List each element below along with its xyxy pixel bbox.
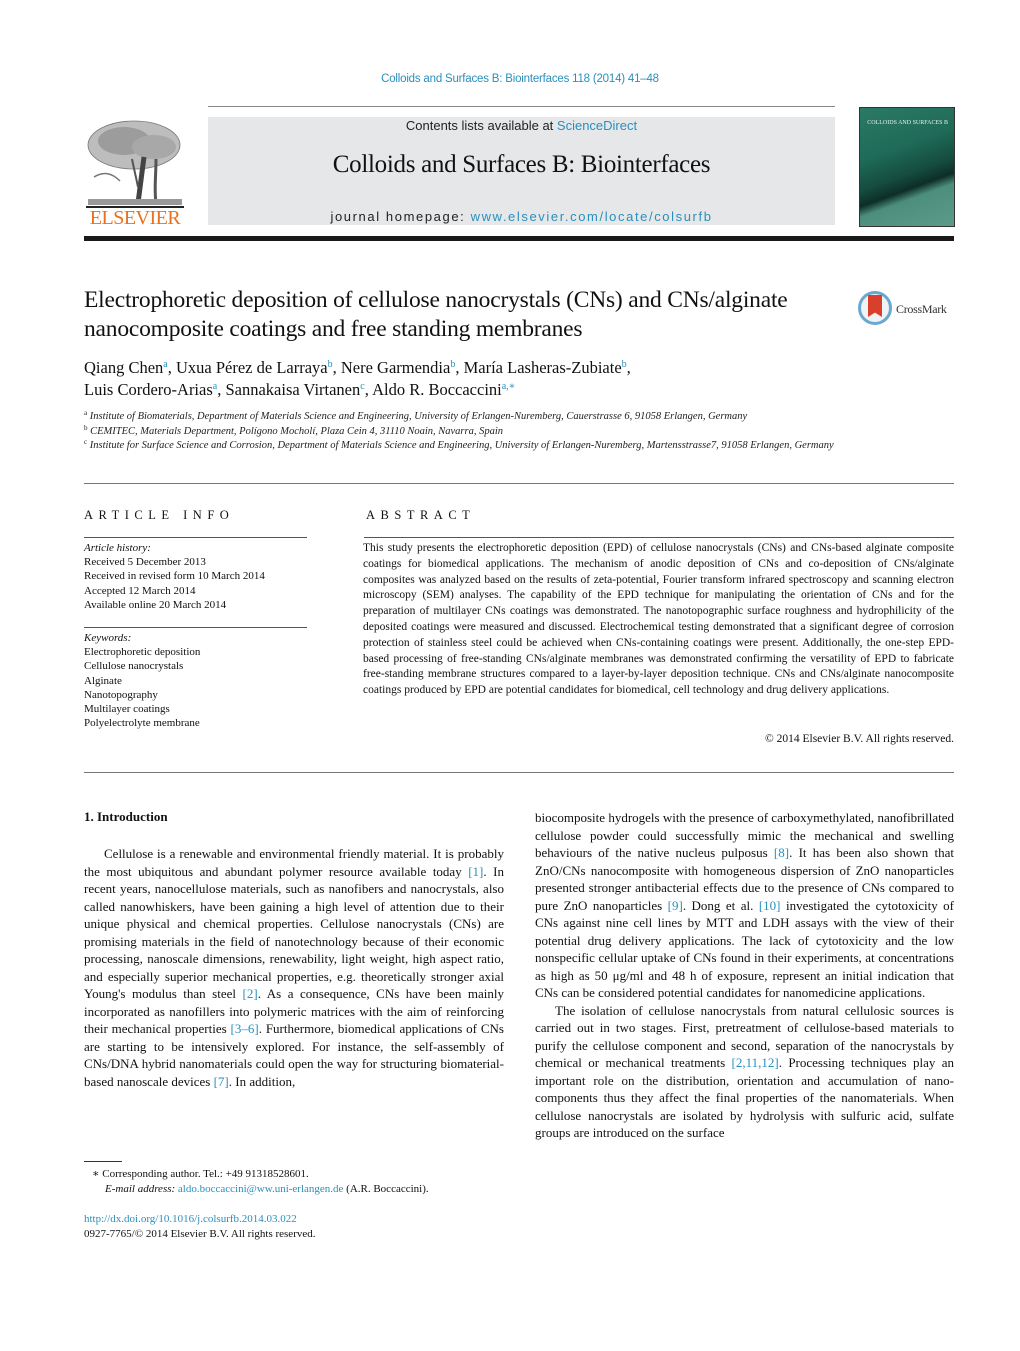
citation-link[interactable]: [2,11,12] (732, 1055, 779, 1070)
footnote-marker: ∗ (92, 1168, 100, 1180)
journal-homepage-link[interactable]: www.elsevier.com/locate/colsurfb (471, 209, 713, 224)
paragraph: The isolation of cellulose nanocrystals … (535, 1002, 954, 1142)
sciencedirect-link[interactable]: ScienceDirect (557, 118, 637, 133)
history-item: Received in revised form 10 March 2014 (84, 570, 265, 583)
keyword: Cellulose nanocrystals (84, 660, 184, 673)
journal-title: Colloids and Surfaces B: Biointerfaces (332, 151, 711, 178)
corresponding-author-text: Corresponding author. Tel.: +49 91318528… (102, 1168, 309, 1180)
header-rule (208, 106, 835, 107)
author-separator: , (455, 358, 464, 377)
homepage-line: journal homepage: www.elsevier.com/locat… (208, 209, 835, 224)
keyword: Multilayer coatings (84, 703, 170, 716)
citation-link[interactable]: [9] (668, 898, 683, 913)
affiliations: a Institute of Biomaterials, Department … (84, 410, 844, 454)
homepage-prefix: journal homepage: (330, 209, 471, 224)
affiliation-key: b (84, 423, 88, 432)
footnote-rule (84, 1161, 122, 1162)
article-title: Electrophoretic deposition of cellulose … (84, 287, 788, 342)
affiliation-text: Institute of Biomaterials, Department of… (89, 411, 748, 422)
journal-masthead: Contents lists available at ScienceDirec… (208, 117, 835, 225)
citation-link[interactable]: [3–6] (231, 1021, 259, 1036)
abstract-copyright: © 2014 Elsevier B.V. All rights reserved… (765, 733, 954, 745)
abstract-heading: ABSTRACT (366, 508, 476, 522)
citation-link[interactable]: [2] (243, 986, 258, 1001)
doi-block: http://dx.doi.org/10.1016/j.colsurfb.201… (84, 1212, 504, 1241)
section-divider (84, 483, 954, 484)
author[interactable]: Nere Garmendia (341, 358, 450, 377)
author-list: Qiang Chena, Uxua Pérez de Larrayab, Ner… (84, 357, 864, 401)
keyword: Alginate (84, 674, 122, 687)
article-info-rule (84, 537, 307, 538)
paragraph: Cellulose is a renewable and environment… (84, 845, 504, 1090)
keyword: Electrophoretic deposition (84, 646, 201, 659)
affiliation: a Institute of Biomaterials, Department … (84, 410, 844, 425)
author-separator: , (332, 358, 341, 377)
introduction-heading: 1. Introduction (84, 809, 168, 824)
author-affiliation-link[interactable]: a,∗ (502, 381, 516, 392)
body-text: . Dong et al. (682, 897, 759, 913)
keywords-label: Keywords: (84, 632, 132, 644)
history-item: Available online 20 March 2014 (84, 598, 227, 611)
issn-copyright: 0927-7765/© 2014 Elsevier B.V. All right… (84, 1227, 316, 1240)
author[interactable]: Sannakaisa Virtanen (225, 380, 360, 399)
history-item: Accepted 12 March 2014 (84, 584, 196, 597)
citation-link[interactable]: [8] (774, 845, 789, 860)
affiliation-key: a (84, 409, 88, 417)
keyword: Nanotopography (84, 688, 158, 701)
history-item: Received 5 December 2013 (84, 556, 206, 569)
abstract-rule (364, 537, 954, 538)
keywords: Keywords: Electrophoretic deposition Cel… (84, 631, 314, 730)
author-separator: , (167, 358, 176, 377)
citation-link[interactable]: [7] (214, 1074, 229, 1089)
author-separator: , (364, 380, 373, 399)
abstract-text: This study presents the electrophoretic … (363, 542, 954, 697)
body-column-right: biocomposite hydrogels with the presence… (535, 809, 954, 1142)
doi-link[interactable]: http://dx.doi.org/10.1016/j.colsurfb.201… (84, 1212, 504, 1227)
paragraph: biocomposite hydrogels with the presence… (535, 809, 954, 1002)
author[interactable]: Luis Cordero-Arias (84, 380, 213, 399)
contents-prefix: Contents lists available at (405, 118, 557, 133)
email-label: E-mail address: (105, 1182, 178, 1195)
keywords-rule (84, 627, 307, 628)
body-text: Cellulose is a renewable and environment… (84, 846, 504, 879)
corresponding-author-footnote: ∗ Corresponding author. Tel.: +49 913185… (92, 1167, 512, 1196)
article-info-heading: ARTICLE INFO (84, 508, 235, 522)
article-history-label: Article history: (84, 542, 151, 554)
contents-line: Contents lists available at ScienceDirec… (208, 117, 835, 133)
author[interactable]: Uxua Pérez de Larraya (176, 358, 328, 377)
affiliation-text: Institute for Surface Science and Corros… (89, 440, 834, 451)
body-text: . In recent years, nanocellulose materia… (84, 863, 504, 1002)
cover-title: COLLOIDS AND SURFACES B (867, 120, 948, 126)
keyword: Polyelectrolyte membrane (84, 717, 200, 730)
author[interactable]: María Lasheras-Zubiate (464, 358, 622, 377)
affiliation: c Institute for Surface Science and Corr… (84, 439, 844, 454)
citation-link[interactable]: [1] (468, 864, 483, 879)
author-separator: , (626, 358, 631, 377)
header-thick-rule (84, 236, 954, 241)
affiliation: b CEMITEC, Materials Department, Polígon… (84, 423, 844, 440)
body-divider (84, 772, 954, 773)
body-column-left: Cellulose is a renewable and environment… (84, 845, 504, 1090)
body-text: . In addition, (228, 1073, 296, 1089)
publisher-name: ELSEVIER (89, 207, 181, 229)
citation-link[interactable]: [10] (759, 898, 781, 913)
email-suffix: (A.R. Boccaccini). (343, 1182, 429, 1195)
email-link[interactable]: aldo.boccaccini@ww.uni-erlangen.de (178, 1183, 343, 1195)
affiliation-key: c (84, 438, 88, 446)
affiliation-text: CEMITEC, Materials Department, Polígono … (90, 425, 504, 437)
author[interactable]: Qiang Chen (84, 358, 163, 377)
article-history: Article history: Received 5 December 201… (84, 541, 314, 612)
author[interactable]: Aldo R. Boccaccini (372, 380, 502, 399)
crossmark-button[interactable]: CrossMark (858, 291, 958, 329)
crossmark-label: CrossMark (896, 302, 947, 316)
journal-reference-link[interactable]: Colloids and Surfaces B: Biointerfaces 1… (0, 73, 1020, 85)
journal-cover-image[interactable]: COLLOIDS AND SURFACES B (859, 107, 955, 227)
